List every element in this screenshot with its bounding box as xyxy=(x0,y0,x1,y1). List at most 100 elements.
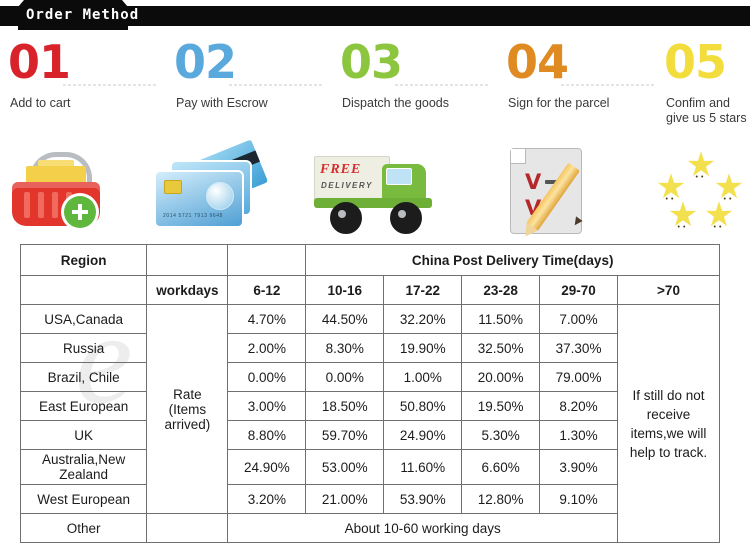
icon-slot-02: 2014 5721 7913 9648 xyxy=(140,136,300,240)
row-value: 37.30% xyxy=(539,333,619,363)
card-front: 2014 5721 7913 9648 xyxy=(154,170,244,228)
icon-slot-01 xyxy=(0,140,160,240)
icon-slot-05: ★ •• ★ •• ★ •• ★ •• ★ •• xyxy=(640,140,750,240)
page-fold-corner xyxy=(511,149,526,164)
truck-wheel xyxy=(390,202,422,234)
track-help-note: If still do not receive items,we will he… xyxy=(617,304,720,543)
row-value: 4.70% xyxy=(227,304,307,334)
row-region: USA,Canada xyxy=(19,304,148,334)
order-method-infographic: Order Method 01 Add to cart 02 Pay with … xyxy=(0,0,750,550)
basket-slat xyxy=(38,192,44,218)
rate-line-2: (Items xyxy=(168,401,207,417)
row-value: 1.30% xyxy=(539,420,619,450)
truck-cargo-box: FREE DELIVERY xyxy=(314,156,390,202)
step-number: 04 xyxy=(506,35,569,89)
truck-free-text: FREE xyxy=(320,162,362,177)
truck-window xyxy=(386,168,412,185)
check-mark-icon: V xyxy=(525,170,542,194)
row-value: 3.20% xyxy=(227,484,307,514)
credit-card-icon: 2014 5721 7913 9648 xyxy=(152,136,271,230)
icon-slot-04: V V xyxy=(496,140,656,240)
step-05: 05 Confim and give us 5 stars xyxy=(664,34,750,134)
icon-slot-03: FREE DELIVERY xyxy=(308,140,488,240)
truck-delivery-text: DELIVERY xyxy=(321,181,373,190)
shopping-basket-icon xyxy=(8,152,104,230)
delivery-time-table-wrap: e Region China Post Delivery Time(days) … xyxy=(19,244,720,544)
table-row: UK 8.80% 59.70% 24.90% 5.30% 1.30% xyxy=(19,420,720,450)
row-value: 24.90% xyxy=(227,449,307,485)
subheader-range-10-16: 10-16 xyxy=(305,275,385,305)
icons-row: 2014 5721 7913 9648 FREE DELIVERY V V ★ … xyxy=(0,136,750,240)
row-value: 8.80% xyxy=(227,420,307,450)
row-value: 3.90% xyxy=(539,449,619,485)
row-value: 7.00% xyxy=(539,304,619,334)
row-value: 50.80% xyxy=(383,391,463,421)
row-value: 32.50% xyxy=(461,333,541,363)
other-blank-workdays xyxy=(146,513,229,543)
row-value: 19.50% xyxy=(461,391,541,421)
truck-wheel xyxy=(330,202,362,234)
basket-slat xyxy=(52,192,58,218)
card-number: 2014 5721 7913 9648 xyxy=(163,213,224,219)
row-value: 44.50% xyxy=(305,304,385,334)
row-value: 6.60% xyxy=(461,449,541,485)
step-number: 03 xyxy=(340,35,403,89)
subheader-range-6-12: 6-12 xyxy=(227,275,307,305)
table-header-row: Region China Post Delivery Time(days) xyxy=(19,244,720,276)
subheader-range-gt-70: >70 xyxy=(617,275,720,305)
card-globe-icon xyxy=(206,182,234,210)
table-row: East European 3.00% 18.50% 50.80% 19.50%… xyxy=(19,391,720,421)
other-working-days-text: About 10-60 working days xyxy=(227,513,619,543)
row-value: 11.60% xyxy=(383,449,463,485)
step-label: Add to cart xyxy=(10,96,71,110)
row-value: 18.50% xyxy=(305,391,385,421)
row-value: 79.00% xyxy=(539,362,619,392)
row-value: 8.20% xyxy=(539,391,619,421)
header-china-post-title: China Post Delivery Time(days) xyxy=(305,244,720,276)
step-label: Sign for the parcel xyxy=(508,96,610,110)
row-value: 9.10% xyxy=(539,484,619,514)
rate-items-arrived-label: Rate (Items arrived) xyxy=(146,304,229,514)
step-label: Pay with Escrow xyxy=(176,96,268,110)
row-region: East European xyxy=(19,391,148,421)
step-label: Dispatch the goods xyxy=(342,96,450,110)
row-region: Brazil, Chile xyxy=(19,362,148,392)
step-label: Confim and give us 5 stars xyxy=(666,96,747,125)
step-number: 01 xyxy=(8,35,71,89)
five-stars-icon: ★ •• ★ •• ★ •• ★ •• ★ •• xyxy=(650,148,750,234)
row-value: 19.90% xyxy=(383,333,463,363)
step-03: 03 Dispatch the goods xyxy=(340,34,500,134)
card-chip-icon xyxy=(164,180,182,194)
row-value: 3.00% xyxy=(227,391,307,421)
step-number: 02 xyxy=(174,35,237,89)
row-value: 21.00% xyxy=(305,484,385,514)
row-region: Australia,New Zealand xyxy=(19,449,148,485)
star-icon: ★ •• xyxy=(703,196,735,234)
banner-title: Order Method xyxy=(26,7,140,23)
signed-document-icon: V V xyxy=(510,148,602,234)
row-value: 0.00% xyxy=(305,362,385,392)
step-01: 01 Add to cart xyxy=(8,34,168,134)
table-row-other: Other About 10-60 working days xyxy=(19,513,720,543)
add-plus-icon xyxy=(64,196,96,228)
rate-line-1: Rate xyxy=(173,386,202,402)
banner: Order Method xyxy=(0,0,750,30)
subheader-range-23-28: 23-28 xyxy=(461,275,541,305)
header-blank-first-range xyxy=(227,244,307,276)
table-row: Australia,New Zealand 24.90% 53.00% 11.6… xyxy=(19,449,720,485)
table-row: West European 3.20% 21.00% 53.90% 12.80%… xyxy=(19,484,720,514)
row-value: 1.00% xyxy=(383,362,463,392)
table-row: Brazil, Chile 0.00% 0.00% 1.00% 20.00% 7… xyxy=(19,362,720,392)
step-number: 05 xyxy=(664,35,727,89)
row-value: 2.00% xyxy=(227,333,307,363)
subheader-range-17-22: 17-22 xyxy=(383,275,463,305)
steps-row: 01 Add to cart 02 Pay with Escrow 03 Dis… xyxy=(0,34,750,134)
row-value: 24.90% xyxy=(383,420,463,450)
row-value: 11.50% xyxy=(461,304,541,334)
row-value: 5.30% xyxy=(461,420,541,450)
subheader-blank-region xyxy=(19,275,148,305)
row-value: 20.00% xyxy=(461,362,541,392)
row-region: UK xyxy=(19,420,148,450)
subheader-workdays: workdays xyxy=(146,275,229,305)
row-value: 59.70% xyxy=(305,420,385,450)
